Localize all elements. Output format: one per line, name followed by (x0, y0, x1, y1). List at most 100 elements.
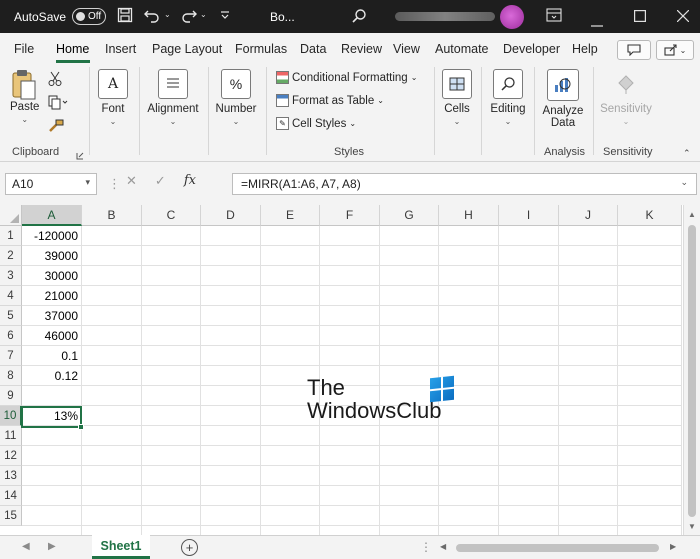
minimize-icon[interactable] (591, 14, 603, 30)
cell-a1[interactable]: -120000 (22, 226, 81, 246)
row-header-8[interactable]: 8 (0, 366, 22, 386)
tab-automate[interactable]: Automate (435, 42, 489, 56)
collapse-ribbon-icon[interactable]: ⌃ (683, 148, 691, 159)
row-header-11[interactable]: 11 (0, 426, 22, 446)
scroll-right-icon[interactable]: ▶ (670, 542, 676, 551)
cell-a6[interactable]: 46000 (22, 326, 81, 346)
editing-button[interactable]: Editing ⌄ (488, 69, 528, 126)
tab-formulas[interactable]: Formulas (235, 42, 287, 56)
row-header-1[interactable]: 1 (0, 226, 22, 246)
cell-a12[interactable] (22, 446, 81, 466)
horizontal-scrollbar[interactable]: ◀ ▶ (440, 542, 683, 554)
cell-a8[interactable]: 0.12 (22, 366, 81, 386)
cell-a3[interactable]: 30000 (22, 266, 81, 286)
name-box-dropdown-icon[interactable]: ▾ (85, 177, 90, 191)
column-header-j[interactable]: J (559, 205, 618, 226)
expand-formula-bar-icon[interactable]: ⌄ (680, 177, 688, 191)
save-icon[interactable] (117, 7, 133, 23)
row-header-12[interactable]: 12 (0, 446, 22, 466)
cell-a5[interactable]: 37000 (22, 306, 81, 326)
row-header-10[interactable]: 10 (0, 406, 22, 426)
tab-file[interactable]: File (14, 42, 34, 56)
row-header-2[interactable]: 2 (0, 246, 22, 266)
search-icon[interactable] (351, 8, 367, 24)
scroll-left-icon[interactable]: ◀ (440, 542, 446, 551)
column-header-k[interactable]: K (618, 205, 682, 226)
row-header-14[interactable]: 14 (0, 486, 22, 506)
column-header-a[interactable]: A (22, 205, 82, 226)
sheet-tab-sheet1[interactable]: Sheet1 (92, 535, 150, 559)
row-header-7[interactable]: 7 (0, 346, 22, 366)
cell-a11[interactable] (22, 426, 81, 446)
row-header-9[interactable]: 9 (0, 386, 22, 406)
column-header-f[interactable]: F (320, 205, 380, 226)
customize-quick-access-icon[interactable] (219, 9, 231, 21)
undo-icon[interactable] (144, 7, 161, 23)
select-all-corner[interactable] (0, 205, 22, 226)
avatar[interactable] (500, 5, 524, 29)
cell-a14[interactable] (22, 486, 81, 506)
cell-a7[interactable]: 0.1 (22, 346, 81, 366)
tab-data[interactable]: Data (300, 42, 326, 56)
insert-function-icon[interactable]: fx (184, 173, 196, 189)
sensitivity-button[interactable]: Sensitivity ⌄ (600, 69, 652, 126)
column-header-b[interactable]: B (82, 205, 142, 226)
cancel-icon[interactable]: ✕ (126, 173, 137, 189)
row-header-3[interactable]: 3 (0, 266, 22, 286)
next-sheet-icon[interactable]: ▶ (48, 541, 56, 552)
row-header-4[interactable]: 4 (0, 286, 22, 306)
name-box[interactable]: A10 ▾ (5, 173, 97, 195)
column-header-e[interactable]: E (261, 205, 320, 226)
tab-home[interactable]: Home (56, 42, 89, 56)
alignment-button[interactable]: Alignment ⌄ (145, 69, 201, 126)
column-header-g[interactable]: G (380, 205, 439, 226)
paste-button[interactable]: Paste ⌄ (10, 69, 39, 124)
undo-dropdown-icon[interactable]: ⌄ (164, 10, 171, 19)
cells-button[interactable]: Cells ⌄ (441, 69, 473, 126)
redo-dropdown-icon[interactable]: ⌄ (200, 10, 207, 19)
analyze-data-button[interactable]: Analyze Data (541, 69, 585, 129)
column-header-c[interactable]: C (142, 205, 201, 226)
formula-input[interactable]: =MIRR(A1:A6, A7, A8) ⌄ (232, 173, 697, 195)
cell-a15[interactable] (22, 506, 81, 526)
column-header-d[interactable]: D (201, 205, 261, 226)
cut-icon[interactable] (48, 71, 62, 90)
format-painter-icon[interactable] (48, 119, 64, 136)
vertical-scrollbar[interactable]: ▲ ▼ (683, 205, 700, 535)
scroll-up-icon[interactable]: ▲ (688, 210, 696, 219)
tab-insert[interactable]: Insert (105, 42, 136, 56)
number-button[interactable]: % Number ⌄ (213, 69, 259, 126)
tab-developer[interactable]: Developer (503, 42, 560, 56)
cell-a9[interactable] (22, 386, 81, 406)
column-header-h[interactable]: H (439, 205, 499, 226)
fill-handle[interactable] (78, 424, 84, 430)
prev-sheet-icon[interactable]: ◀ (22, 541, 30, 552)
worksheet-grid[interactable]: A B C D E F G H I J K 1 -120000 2 39000 3 30000 4 21000 5 37… (0, 205, 700, 535)
tab-help[interactable]: Help (572, 42, 598, 56)
enter-icon[interactable]: ✓ (155, 173, 166, 189)
close-icon[interactable] (676, 9, 690, 25)
row-header-15[interactable]: 15 (0, 506, 22, 526)
add-sheet-icon[interactable]: + (181, 539, 198, 556)
column-header-i[interactable]: I (499, 205, 559, 226)
format-as-table-button[interactable]: Format as Table ⌄ (276, 94, 384, 107)
clipboard-launcher-icon[interactable] (76, 149, 84, 163)
share-button[interactable]: ⌄ (656, 40, 694, 60)
vertical-scroll-thumb[interactable] (688, 225, 696, 517)
row-header-6[interactable]: 6 (0, 326, 22, 346)
cell-a4[interactable]: 21000 (22, 286, 81, 306)
copy-icon[interactable] (48, 95, 68, 113)
row-header-13[interactable]: 13 (0, 466, 22, 486)
tab-review[interactable]: Review (341, 42, 382, 56)
tab-page-layout[interactable]: Page Layout (152, 42, 222, 56)
cell-styles-button[interactable]: ✎ Cell Styles ⌄ (276, 117, 356, 130)
conditional-formatting-button[interactable]: Conditional Formatting ⌄ (276, 71, 417, 84)
tab-split-grip-icon[interactable]: ⋮ (420, 540, 432, 554)
horizontal-scroll-thumb[interactable] (456, 544, 659, 552)
font-button[interactable]: A Font ⌄ (96, 69, 130, 126)
cell-a2[interactable]: 39000 (22, 246, 81, 266)
maximize-icon[interactable] (634, 9, 647, 25)
scroll-down-icon[interactable]: ▼ (688, 522, 696, 531)
autosave-toggle[interactable]: Off (72, 8, 106, 25)
cell-a13[interactable] (22, 466, 81, 486)
